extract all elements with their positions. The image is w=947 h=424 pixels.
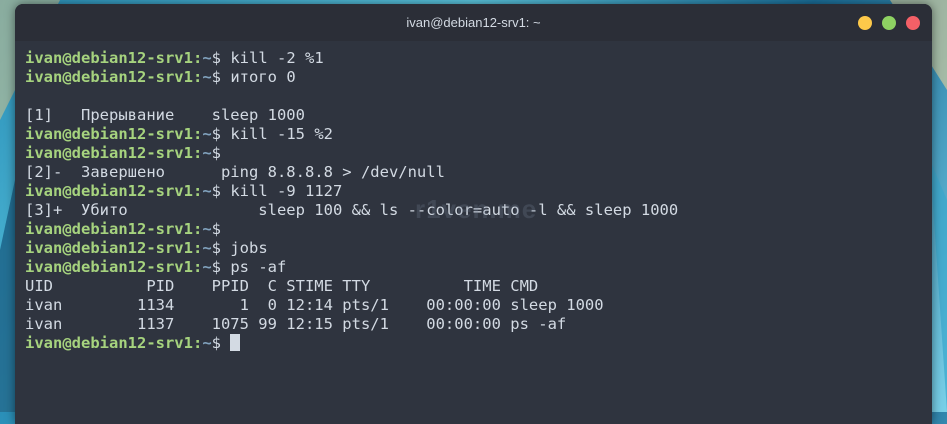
minimize-button[interactable] [858,16,872,30]
prompt-path: ~ [202,125,212,143]
prompt-symbol: $ [211,49,221,67]
command-text: jobs [221,239,268,257]
command-text: kill -9 1127 [221,182,343,200]
prompt-user-host: ivan@debian12-srv1: [25,125,203,143]
terminal-output[interactable]: ivan@debian12-srv1:~$ kill -2 %1 ivan@deb… [25,49,924,424]
text-cursor [230,334,241,351]
command-text: итого 0 [221,68,296,86]
prompt-symbol: $ [211,68,221,86]
command-text: kill -15 %2 [221,125,333,143]
prompt-line: ivan@debian12-srv1:~$ kill -15 %2 [25,125,924,144]
output-line: ivan 1134 1 0 12:14 pts/1 00:00:00 sleep… [25,296,604,314]
window-title: ivan@debian12-srv1: ~ [406,15,541,30]
prompt-symbol: $ [211,182,221,200]
terminal-window: ivan@debian12-srv1: ~ ivan@debian12-srv1… [15,4,932,424]
prompt-symbol: $ [211,239,221,257]
prompt-path: ~ [202,144,212,162]
prompt-user-host: ivan@debian12-srv1: [25,68,203,86]
prompt-symbol: $ [211,125,221,143]
output-line: ivan 1137 1075 99 12:15 pts/1 00:00:00 p… [25,315,567,333]
title-bar[interactable]: ivan@debian12-srv1: ~ [15,4,932,41]
prompt-path: ~ [202,182,212,200]
command-text [221,334,230,352]
prompt-path: ~ [202,334,212,352]
prompt-line: ivan@debian12-srv1:~$ [25,334,924,353]
output-line: [2]- Завершено ping 8.8.8.8 > /dev/null [25,163,445,181]
prompt-path: ~ [202,220,212,238]
prompt-line: ivan@debian12-srv1:~$ [25,144,924,163]
prompt-path: ~ [202,239,212,257]
prompt-user-host: ivan@debian12-srv1: [25,144,203,162]
prompt-user-host: ivan@debian12-srv1: [25,182,203,200]
prompt-line: ivan@debian12-srv1:~$ ps -af [25,258,924,277]
prompt-line: ivan@debian12-srv1:~$ jobs [25,239,924,258]
prompt-path: ~ [202,49,212,67]
command-text: kill -2 %1 [221,49,324,67]
prompt-user-host: ivan@debian12-srv1: [25,334,203,352]
watermark: r1ven.me [415,194,538,224]
command-text: ps -af [221,258,287,276]
prompt-line: ivan@debian12-srv1:~$ итого 0 [25,68,924,87]
prompt-path: ~ [202,258,212,276]
prompt-symbol: $ [211,334,221,352]
prompt-path: ~ [202,68,212,86]
prompt-line: ivan@debian12-srv1:~$ kill -2 %1 [25,49,924,68]
window-controls [858,16,920,30]
output-line: UID PID PPID C STIME TTY TIME CMD [25,277,539,295]
maximize-button[interactable] [882,16,896,30]
prompt-symbol: $ [211,144,221,162]
output-line: [1] Прерывание sleep 1000 [25,106,305,124]
prompt-symbol: $ [211,258,221,276]
prompt-user-host: ivan@debian12-srv1: [25,220,203,238]
prompt-user-host: ivan@debian12-srv1: [25,258,203,276]
prompt-user-host: ivan@debian12-srv1: [25,49,203,67]
prompt-symbol: $ [211,220,221,238]
prompt-user-host: ivan@debian12-srv1: [25,239,203,257]
close-button[interactable] [906,16,920,30]
